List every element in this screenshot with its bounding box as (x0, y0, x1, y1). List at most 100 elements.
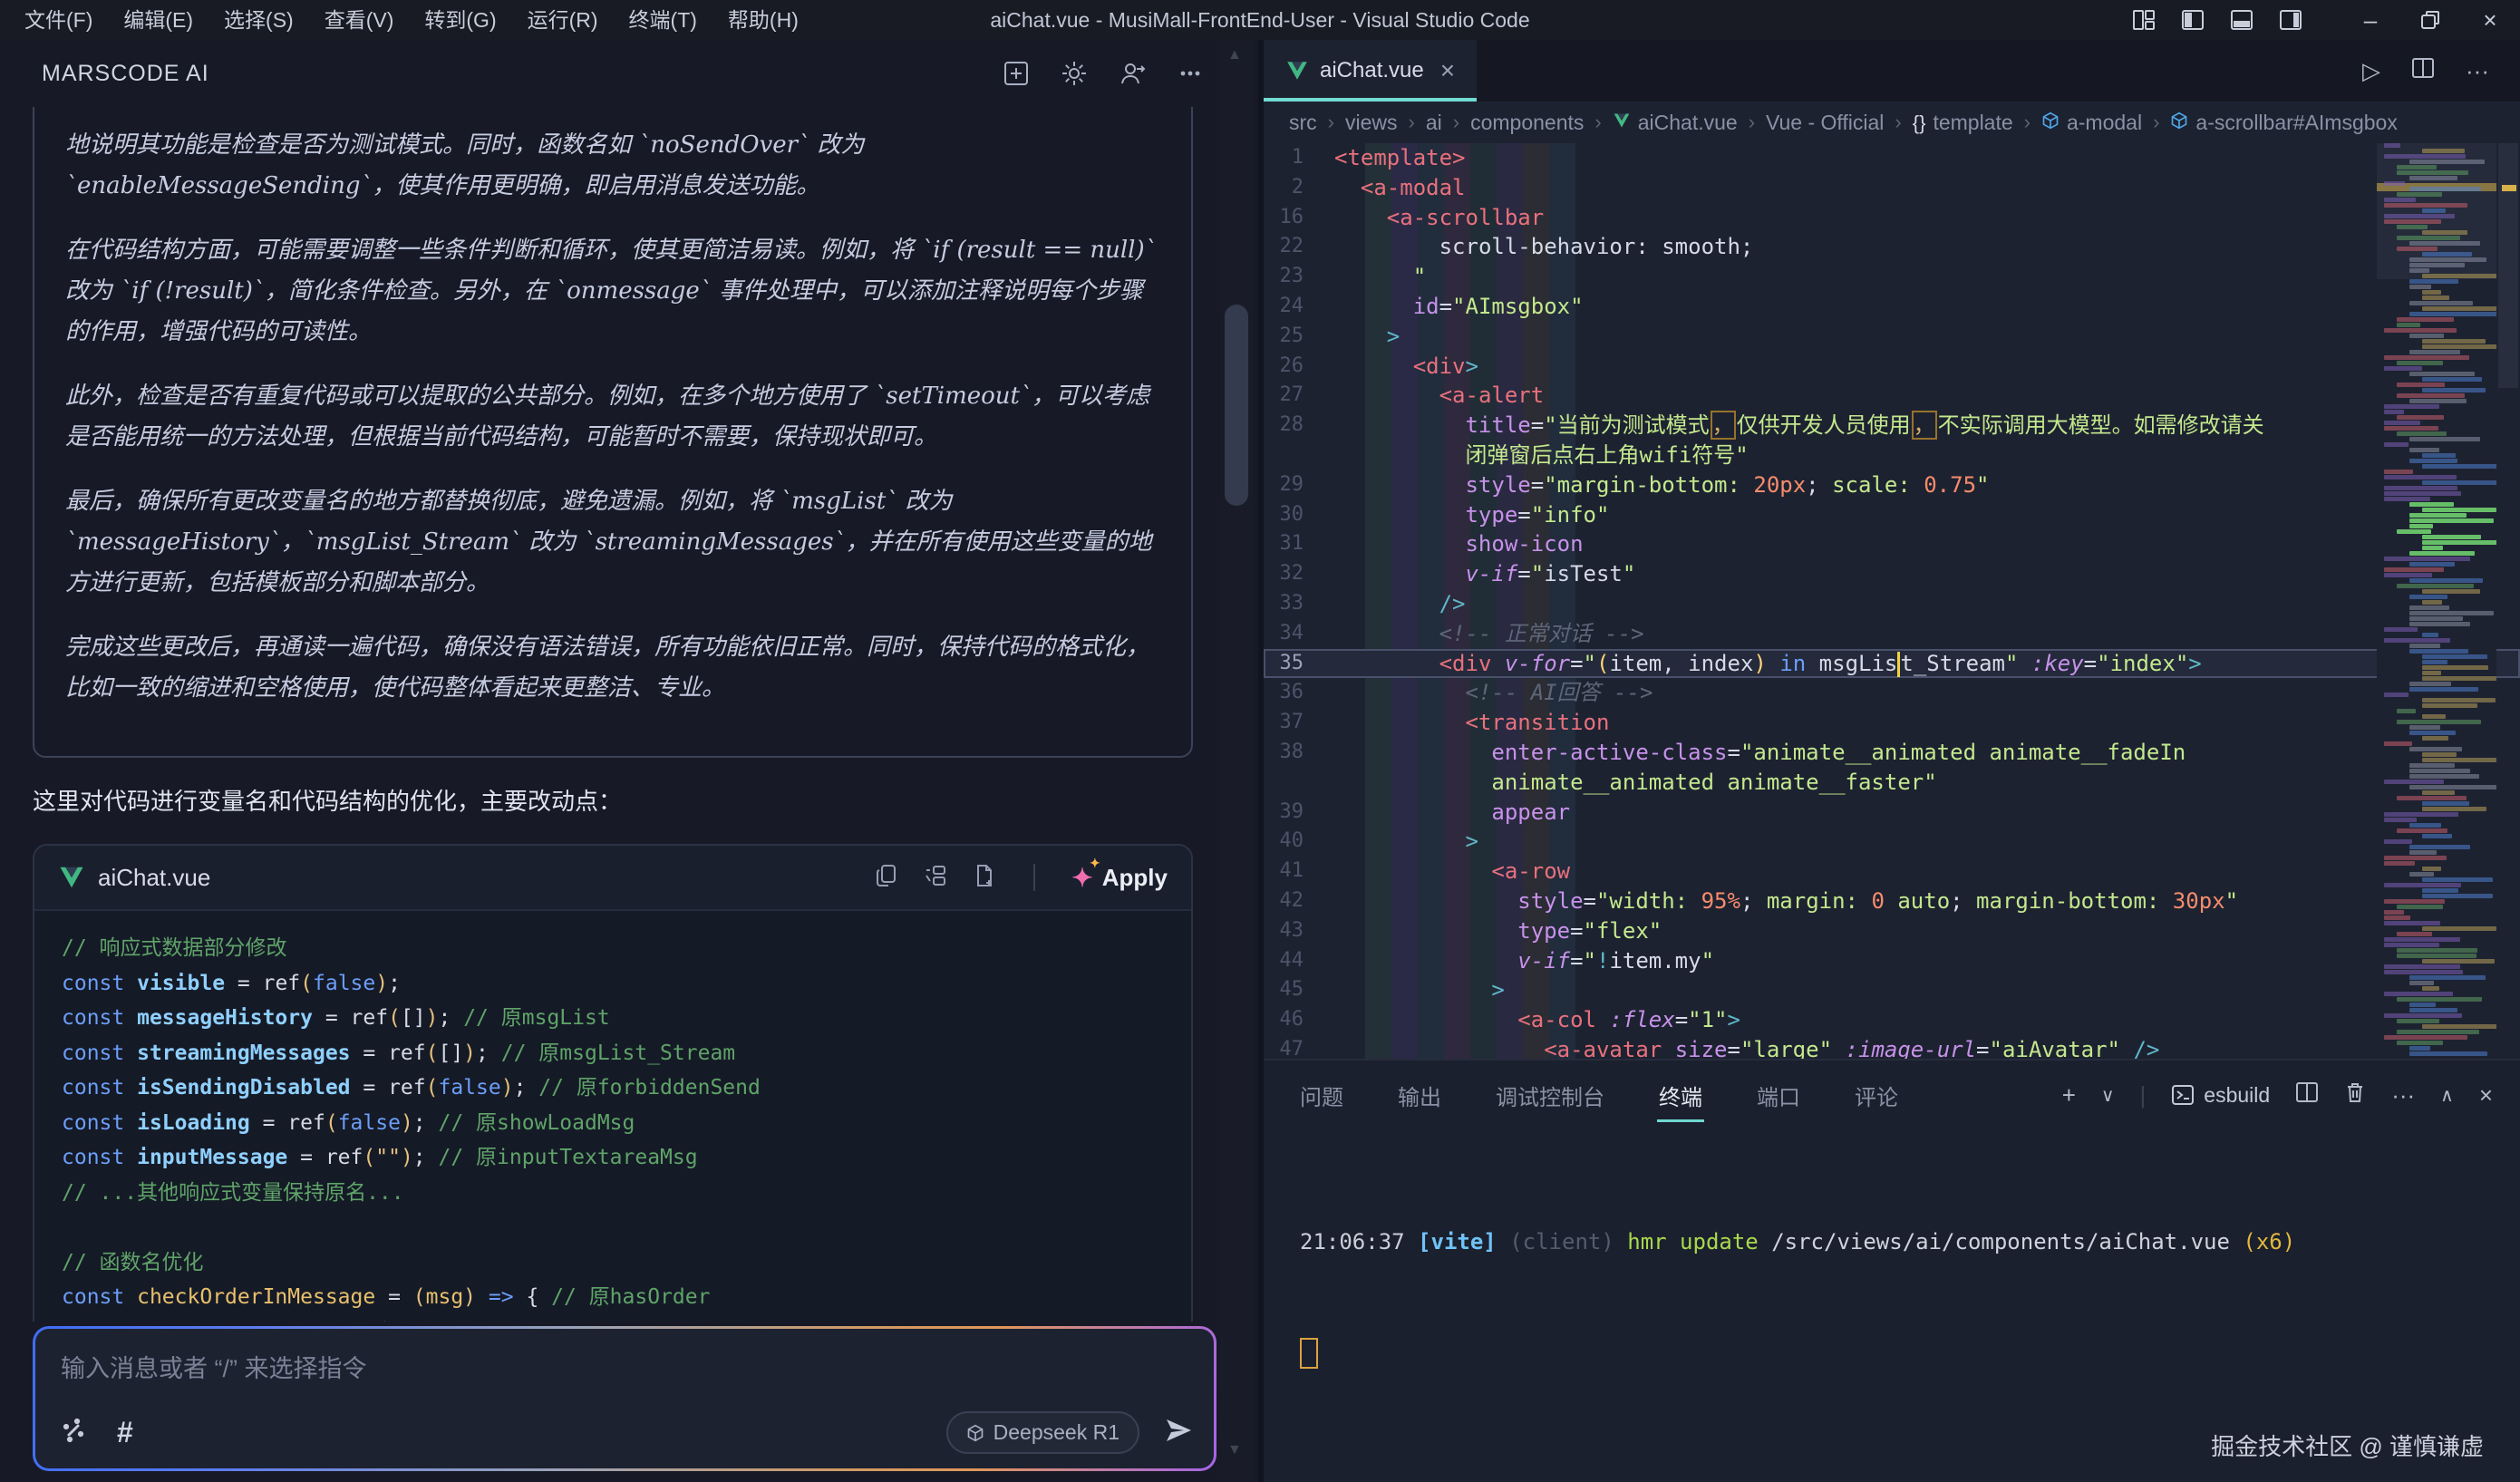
chat-scroll-thumb[interactable] (1225, 305, 1248, 506)
toggle-secondary-sidebar-icon[interactable] (2279, 8, 2302, 32)
editor-more-icon[interactable]: ··· (2466, 57, 2489, 85)
editor-line[interactable]: 22scroll-behavior: smooth; (1264, 232, 2520, 262)
settings-gear-icon[interactable] (1061, 60, 1088, 87)
editor-line[interactable]: 29style="margin-bottom: 20px; scale: 0.7… (1264, 470, 2520, 500)
menu-item-5[interactable]: 运行(R) (512, 0, 614, 40)
customize-layout-icon[interactable] (2132, 8, 2156, 32)
editor-line[interactable]: 43type="flex" (1264, 916, 2520, 946)
terminal-tab-调试控制台[interactable]: 调试控制台 (1494, 1063, 1606, 1128)
editor-line[interactable]: 42style="width: 95%; margin: 0 auto; mar… (1264, 886, 2520, 916)
model-selector[interactable]: Deepseek R1 (946, 1411, 1139, 1454)
menu-item-4[interactable]: 转到(G) (409, 0, 511, 40)
maximize-panel-icon[interactable]: ∧ (2440, 1084, 2454, 1107)
editor-line[interactable]: 46<a-col :flex="1"> (1264, 1005, 2520, 1035)
code-token: appear (1491, 799, 1570, 825)
code-token: = (1675, 1007, 1688, 1032)
breadcrumb-item[interactable]: a-scrollbar#AImsgbox (2170, 111, 2397, 135)
terminal-tab-输出[interactable]: 输出 (1396, 1063, 1443, 1128)
editor-line[interactable]: 27<a-alert (1264, 381, 2520, 411)
restore-button[interactable] (2400, 0, 2460, 40)
editor-line[interactable]: 40> (1264, 827, 2520, 857)
breadcrumb-item[interactable]: a-modal (2041, 111, 2142, 135)
editor-line[interactable]: 24id="AImsgbox" (1264, 292, 2520, 322)
scroll-down-icon[interactable]: ▼ (1227, 1442, 1242, 1458)
terminal-tab-终端[interactable]: 终端 (1657, 1063, 1704, 1128)
close-button[interactable]: × (2460, 0, 2520, 40)
send-icon[interactable] (1163, 1415, 1194, 1450)
copy-icon[interactable] (874, 863, 899, 893)
context-hash-icon[interactable]: # (117, 1416, 133, 1449)
editor-line[interactable]: 34<!-- 正常对话 --> (1264, 619, 2520, 649)
editor-line[interactable]: 32v-if="isTest" (1264, 559, 2520, 589)
editor-line[interactable]: 33/> (1264, 589, 2520, 619)
menu-item-6[interactable]: 终端(T) (614, 0, 712, 40)
menu-item-2[interactable]: 选择(S) (208, 0, 309, 40)
editor-line[interactable]: animate__animated animate__faster" (1264, 768, 2520, 798)
toggle-sidebar-icon[interactable] (2181, 8, 2205, 32)
terminal-dropdown-icon[interactable]: ∨ (2101, 1084, 2115, 1107)
editor-line[interactable]: 30type="info" (1264, 500, 2520, 530)
editor-line[interactable]: 38enter-active-class="animate__animated … (1264, 738, 2520, 768)
chat-input[interactable] (61, 1349, 1188, 1400)
split-terminal-icon[interactable] (2295, 1080, 2319, 1110)
breadcrumb-item[interactable]: components (1470, 111, 1584, 135)
close-panel-icon[interactable]: × (2479, 1081, 2493, 1109)
breadcrumb-item[interactable]: {}template (1913, 111, 2013, 135)
new-terminal-icon[interactable]: + (2062, 1081, 2076, 1109)
chat-scrollbar[interactable]: ▲ ▼ (1220, 40, 1253, 1482)
editor-line[interactable]: 41<a-row (1264, 857, 2520, 886)
editor-line[interactable]: 26<div> (1264, 352, 2520, 382)
menu-item-0[interactable]: 文件(F) (9, 0, 108, 40)
terminal-tab-评论[interactable]: 评论 (1853, 1063, 1900, 1128)
editor-line[interactable]: 36<!-- AI回答 --> (1264, 678, 2520, 708)
editor-scroll-thumb[interactable] (2498, 143, 2518, 388)
new-chat-icon[interactable] (1003, 60, 1030, 87)
menu-item-3[interactable]: 查看(V) (309, 0, 410, 40)
code-area[interactable]: 1<template>2<a-modal16<a-scrollbar22scro… (1264, 143, 2520, 1059)
editor-line[interactable]: 37<transition (1264, 708, 2520, 738)
minimap[interactable] (2377, 143, 2496, 1059)
kill-terminal-icon[interactable] (2344, 1080, 2366, 1110)
minimap-line (2422, 834, 2452, 838)
apply-button[interactable]: ✦✦ Apply (1071, 863, 1168, 893)
terminal-output[interactable]: 21:06:37 [vite] (client) hmr update /src… (1300, 1151, 2295, 1441)
editor-line[interactable]: 1<template> (1264, 143, 2520, 173)
terminal-tab-端口[interactable]: 端口 (1755, 1063, 1802, 1128)
editor-line[interactable]: 31show-icon (1264, 529, 2520, 559)
menu-item-7[interactable]: 帮助(H) (712, 0, 814, 40)
run-icon[interactable]: ▷ (2362, 57, 2380, 85)
scroll-up-icon[interactable]: ▲ (1227, 47, 1242, 63)
slash-command-icon[interactable] (59, 1416, 88, 1449)
breadcrumb-item[interactable]: Vue - Official (1766, 111, 1884, 135)
insert-diff-icon[interactable] (923, 863, 948, 893)
editor-line[interactable]: 闭弹窗后点右上角wifi符号" (1264, 441, 2520, 470)
terminal-cursor (1300, 1338, 1318, 1369)
terminal-tab-问题[interactable]: 问题 (1298, 1063, 1345, 1128)
tab-aichat-vue[interactable]: aiChat.vue × (1264, 40, 1477, 102)
breadcrumb-item[interactable]: ai (1426, 111, 1442, 135)
more-actions-icon[interactable] (1177, 60, 1204, 87)
menu-item-1[interactable]: 编辑(E) (108, 0, 208, 40)
new-file-icon[interactable] (972, 863, 997, 893)
editor-scrollbar[interactable] (2496, 143, 2520, 1059)
editor-line[interactable]: 39appear (1264, 798, 2520, 828)
toggle-panel-icon[interactable] (2230, 8, 2253, 32)
editor-line[interactable]: 2<a-modal (1264, 173, 2520, 203)
terminal-process[interactable]: esbuild (2171, 1083, 2270, 1108)
editor-line[interactable]: 16<a-scrollbar (1264, 203, 2520, 233)
split-editor-icon[interactable] (2411, 56, 2435, 86)
terminal-more-icon[interactable]: ··· (2391, 1081, 2415, 1109)
editor-line[interactable]: 28title="当前为测试模式，仅供开发人员使用，不实际调用大模型。如需修改请… (1264, 411, 2520, 441)
editor-line[interactable]: 25> (1264, 322, 2520, 352)
editor-line[interactable]: 45> (1264, 975, 2520, 1005)
editor-line[interactable]: 47<a-avatar size="large" :image-url="aiA… (1264, 1035, 2520, 1059)
account-icon[interactable] (1119, 60, 1146, 87)
editor-line[interactable]: 35<div v-for="(item, index) in msgList_S… (1264, 649, 2520, 679)
editor-line[interactable]: 23" (1264, 262, 2520, 292)
minimize-button[interactable]: – (2341, 0, 2400, 40)
breadcrumb-item[interactable]: aiChat.vue (1613, 111, 1738, 135)
breadcrumb-item[interactable]: views (1345, 111, 1398, 135)
tab-close-icon[interactable]: × (1440, 56, 1455, 85)
editor-line[interactable]: 44v-if="!item.my" (1264, 946, 2520, 976)
breadcrumb-item[interactable]: src (1289, 111, 1317, 135)
